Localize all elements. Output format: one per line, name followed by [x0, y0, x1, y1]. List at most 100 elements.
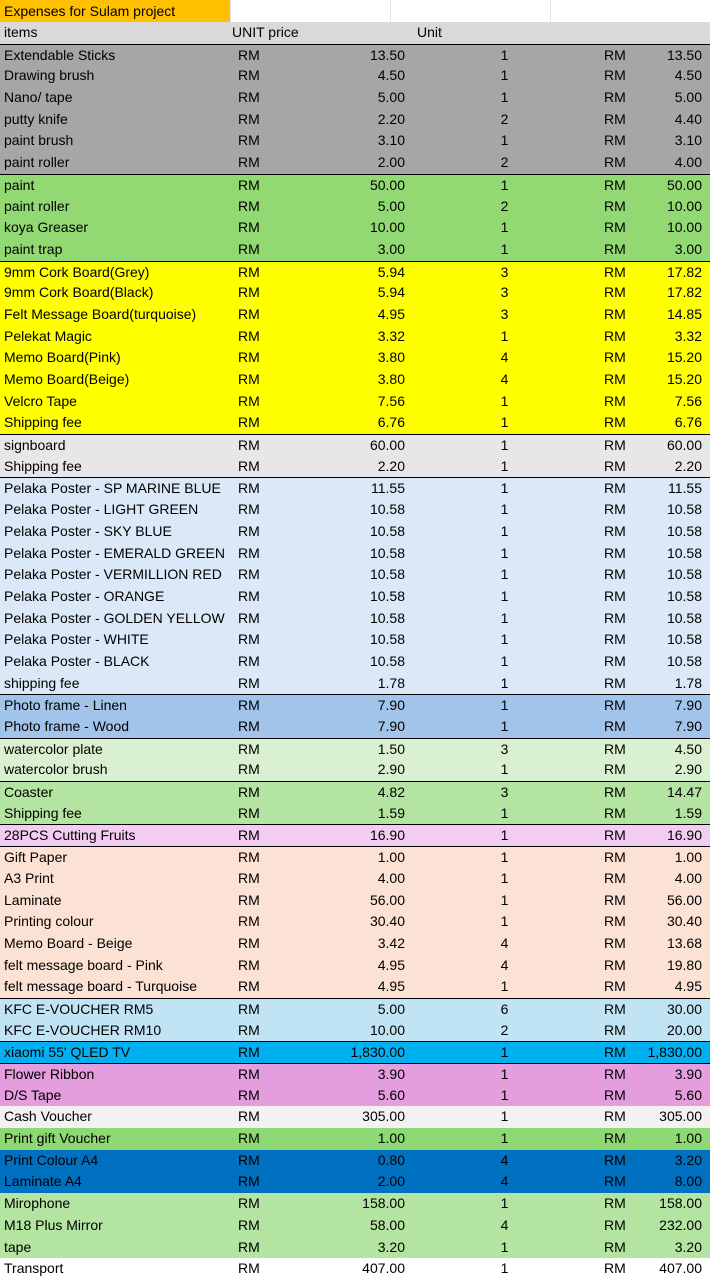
quantity-cell[interactable]: 4 — [407, 955, 602, 977]
quantity-cell[interactable]: 4 — [407, 347, 602, 369]
unit-price-cell[interactable]: 6.76 — [282, 412, 407, 434]
unit-price-cell[interactable]: 2.90 — [282, 759, 407, 781]
quantity-cell[interactable]: 1 — [407, 87, 602, 109]
currency-cell[interactable]: RM — [232, 347, 282, 369]
currency-cell[interactable]: RM — [232, 65, 282, 87]
quantity-cell[interactable]: 1 — [407, 543, 602, 565]
unit-price-cell[interactable]: 5.94 — [282, 262, 407, 283]
quantity-cell[interactable]: 1 — [407, 391, 602, 413]
total-cell[interactable]: 6.76 — [642, 412, 710, 434]
item-cell[interactable]: Pelekat Magic — [0, 326, 232, 348]
item-cell[interactable]: felt message board - Turquoise — [0, 976, 232, 998]
currency-cell[interactable]: RM — [602, 629, 642, 651]
currency-cell[interactable]: RM — [602, 326, 642, 348]
unit-price-cell[interactable]: 3.42 — [282, 933, 407, 955]
total-cell[interactable]: 60.00 — [642, 435, 710, 456]
currency-cell[interactable]: RM — [232, 87, 282, 109]
currency-cell[interactable]: RM — [232, 304, 282, 326]
unit-price-cell[interactable]: 4.95 — [282, 976, 407, 998]
quantity-cell[interactable]: 1 — [407, 825, 602, 846]
total-cell[interactable]: 1.59 — [642, 803, 710, 825]
item-cell[interactable]: Pelaka Poster - WHITE — [0, 629, 232, 651]
quantity-cell[interactable]: 1 — [407, 803, 602, 825]
total-cell[interactable]: 10.58 — [642, 499, 710, 521]
currency-cell[interactable]: RM — [602, 1171, 642, 1193]
unit-price-cell[interactable]: 1,830.00 — [282, 1042, 407, 1063]
currency-cell[interactable]: RM — [232, 1064, 282, 1085]
item-cell[interactable]: paint trap — [0, 239, 232, 261]
quantity-cell[interactable]: 2 — [407, 196, 602, 218]
quantity-cell[interactable]: 1 — [407, 499, 602, 521]
currency-cell[interactable]: RM — [232, 759, 282, 781]
currency-cell[interactable]: RM — [602, 391, 642, 413]
currency-cell[interactable]: RM — [232, 369, 282, 391]
quantity-cell[interactable]: 1 — [407, 911, 602, 933]
currency-cell[interactable]: RM — [232, 435, 282, 456]
currency-cell[interactable]: RM — [232, 1106, 282, 1128]
item-cell[interactable]: Laminate — [0, 890, 232, 912]
item-cell[interactable]: tape — [0, 1237, 232, 1259]
total-cell[interactable]: 10.58 — [642, 521, 710, 543]
quantity-cell[interactable]: 1 — [407, 564, 602, 586]
total-cell[interactable]: 2.20 — [642, 456, 710, 478]
unit-price-cell[interactable]: 5.00 — [282, 87, 407, 109]
total-cell[interactable]: 407.00 — [642, 1258, 710, 1280]
item-cell[interactable]: putty knife — [0, 109, 232, 131]
currency-cell[interactable]: RM — [232, 196, 282, 218]
unit-price-cell[interactable]: 50.00 — [282, 175, 407, 196]
quantity-cell[interactable]: 1 — [407, 759, 602, 781]
item-cell[interactable]: M18 Plus Mirror — [0, 1215, 232, 1237]
currency-cell[interactable]: RM — [602, 716, 642, 738]
unit-price-cell[interactable]: 3.00 — [282, 239, 407, 261]
quantity-cell[interactable]: 1 — [407, 239, 602, 261]
quantity-cell[interactable]: 3 — [407, 262, 602, 283]
item-cell[interactable]: Print Colour A4 — [0, 1150, 232, 1172]
currency-cell[interactable]: RM — [232, 868, 282, 890]
item-cell[interactable]: Memo Board(Pink) — [0, 347, 232, 369]
total-cell[interactable]: 5.00 — [642, 87, 710, 109]
currency-cell[interactable]: RM — [602, 1258, 642, 1280]
item-cell[interactable]: D/S Tape — [0, 1085, 232, 1107]
quantity-cell[interactable]: 1 — [407, 412, 602, 434]
item-cell[interactable]: xiaomi 55' QLED TV — [0, 1042, 232, 1063]
currency-cell[interactable]: RM — [602, 412, 642, 434]
unit-price-cell[interactable]: 10.58 — [282, 543, 407, 565]
item-cell[interactable]: shipping fee — [0, 673, 232, 695]
currency-cell[interactable]: RM — [602, 369, 642, 391]
currency-cell[interactable]: RM — [232, 543, 282, 565]
unit-price-cell[interactable]: 10.58 — [282, 608, 407, 630]
currency-cell[interactable]: RM — [602, 825, 642, 846]
quantity-cell[interactable]: 1 — [407, 130, 602, 152]
currency-cell[interactable]: RM — [232, 803, 282, 825]
unit-price-cell[interactable]: 4.95 — [282, 955, 407, 977]
currency-cell[interactable]: RM — [232, 1258, 282, 1280]
currency-cell[interactable]: RM — [232, 716, 282, 738]
currency-cell[interactable]: RM — [232, 933, 282, 955]
item-cell[interactable]: Pelaka Poster - EMERALD GREEN — [0, 543, 232, 565]
currency-cell[interactable]: RM — [232, 739, 282, 760]
item-cell[interactable]: Mirophone — [0, 1193, 232, 1215]
total-cell[interactable]: 30.00 — [642, 999, 710, 1020]
currency-cell[interactable]: RM — [232, 651, 282, 673]
currency-cell[interactable]: RM — [602, 1042, 642, 1063]
item-cell[interactable]: Pelaka Poster - ORANGE — [0, 586, 232, 608]
currency-cell[interactable]: RM — [602, 499, 642, 521]
total-cell[interactable]: 10.58 — [642, 543, 710, 565]
unit-price-cell[interactable]: 7.56 — [282, 391, 407, 413]
total-cell[interactable]: 30.40 — [642, 911, 710, 933]
quantity-cell[interactable]: 1 — [407, 435, 602, 456]
unit-price-cell[interactable]: 2.20 — [282, 456, 407, 478]
quantity-cell[interactable]: 1 — [407, 716, 602, 738]
item-cell[interactable]: Shipping fee — [0, 803, 232, 825]
total-cell[interactable]: 7.56 — [642, 391, 710, 413]
currency-cell[interactable]: RM — [232, 847, 282, 868]
unit-price-cell[interactable]: 4.95 — [282, 304, 407, 326]
quantity-cell[interactable]: 1 — [407, 217, 602, 239]
blank-cell[interactable] — [390, 0, 550, 22]
quantity-cell[interactable]: 1 — [407, 45, 602, 66]
currency-cell[interactable]: RM — [232, 976, 282, 998]
item-cell[interactable]: 9mm Cork Board(Grey) — [0, 262, 232, 283]
quantity-cell[interactable]: 1 — [407, 1237, 602, 1259]
currency-cell[interactable]: RM — [602, 1193, 642, 1215]
currency-cell[interactable]: RM — [602, 1106, 642, 1128]
